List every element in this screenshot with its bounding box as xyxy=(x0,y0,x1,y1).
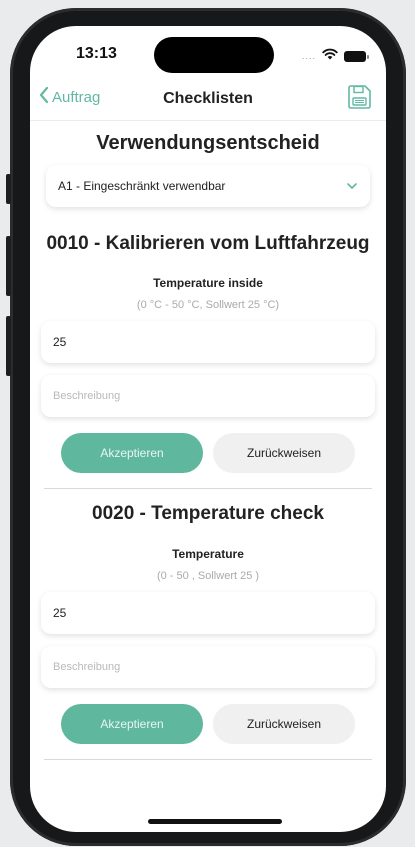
section-divider xyxy=(44,488,372,489)
volume-up-button xyxy=(6,236,11,296)
decision-heading: Verwendungsentscheid xyxy=(96,132,320,154)
field-label: Temperature xyxy=(172,547,244,561)
field-range: (0 - 50 , Sollwert 25 ) xyxy=(156,570,260,582)
accept-button[interactable]: Akzeptieren xyxy=(61,433,203,473)
reject-button[interactable]: Zurückweisen xyxy=(213,704,355,744)
status-bar: 13:13 .... xyxy=(30,26,386,86)
description-input[interactable]: Beschreibung xyxy=(41,646,375,688)
wifi-icon xyxy=(322,47,338,65)
decision-select-value: A1 - Eingeschränkt verwendbar xyxy=(58,179,226,193)
save-button[interactable] xyxy=(346,84,372,115)
silent-switch xyxy=(6,174,11,204)
content-area: Verwendungsentscheid A1 - Eingeschränkt … xyxy=(30,122,386,760)
checklist-item-title: 0020 - Temperature check xyxy=(92,503,324,524)
dynamic-island xyxy=(154,37,274,73)
section-divider xyxy=(44,759,372,760)
action-buttons: Akzeptieren Zurückweisen xyxy=(30,704,386,744)
status-icons: .... xyxy=(301,47,369,65)
field-label: Temperature inside xyxy=(153,276,263,290)
signal-dots: .... xyxy=(301,51,316,61)
action-buttons: Akzeptieren Zurückweisen xyxy=(30,433,386,473)
field-range: (0 °C - 50 °C, Sollwert 25 °C) xyxy=(136,299,280,311)
accept-button[interactable]: Akzeptieren xyxy=(61,704,203,744)
page-title: Checklisten xyxy=(163,90,253,107)
status-time: 13:13 xyxy=(76,45,117,62)
save-icon xyxy=(346,85,372,114)
description-input[interactable]: Beschreibung xyxy=(41,375,375,417)
volume-down-button xyxy=(6,316,11,376)
checklist-item-title: 0010 - Kalibrieren vom Luftfahrzeug xyxy=(46,233,370,254)
reject-button[interactable]: Zurückweisen xyxy=(213,433,355,473)
decision-select[interactable]: A1 - Eingeschränkt verwendbar xyxy=(46,165,370,207)
value-input[interactable]: 25 xyxy=(41,592,375,634)
home-indicator[interactable] xyxy=(148,819,282,824)
chevron-down-icon xyxy=(346,180,358,194)
screen: 13:13 .... Auftrag Checklisten Verwendun… xyxy=(30,26,386,832)
navigation-bar: Auftrag Checklisten xyxy=(30,82,386,121)
battery-icon xyxy=(344,50,369,62)
value-input[interactable]: 25 xyxy=(41,321,375,363)
